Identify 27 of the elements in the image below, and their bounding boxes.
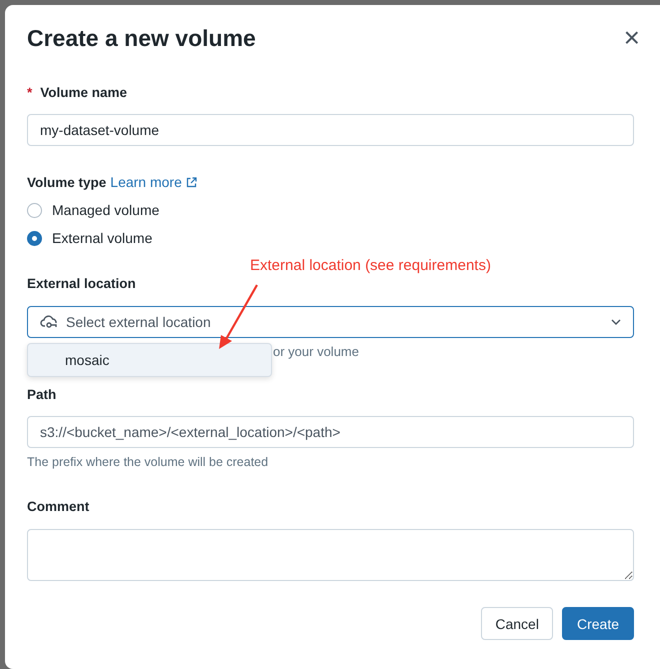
radio-label: Managed volume [52, 202, 160, 218]
field-label: Comment [27, 499, 90, 514]
radio-button[interactable] [27, 202, 42, 218]
field-label: External location [27, 276, 136, 291]
create-button[interactable]: Create [562, 607, 634, 640]
path-field[interactable]: s3://<bucket_name>/<external_location>/<path> [27, 416, 634, 448]
annotation-text: External location (see requirements) [250, 257, 491, 274]
comment-field[interactable] [27, 529, 634, 581]
learn-more-link[interactable]: Learn more [110, 174, 182, 190]
dialog-title: Create a new volume [27, 24, 256, 52]
radio-label: External volume [52, 230, 152, 246]
field-hint: The prefix where the volume will be created [27, 455, 270, 469]
field-label: Path [27, 387, 56, 402]
cloud-key-icon [40, 315, 58, 329]
external-location-select[interactable]: Select external location [27, 306, 634, 338]
chevron-down-icon [611, 319, 621, 325]
required-mark: * [27, 85, 32, 100]
field-label: Volume type [27, 174, 106, 190]
field-label: Volume name [40, 85, 128, 100]
external-link-icon [186, 176, 197, 188]
radio-button[interactable] [27, 230, 42, 246]
close-button[interactable]: × [624, 24, 640, 52]
menu-item[interactable]: mosaic [28, 352, 271, 368]
cancel-button[interactable]: Cancel [481, 607, 553, 640]
volume-name-field[interactable]: my-dataset-volume [27, 114, 634, 146]
annotation-arrow [219, 284, 258, 349]
field-hint: or your volume [273, 344, 359, 359]
